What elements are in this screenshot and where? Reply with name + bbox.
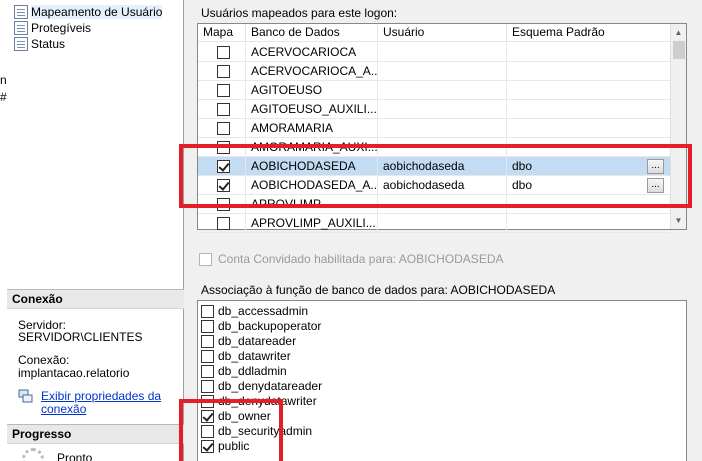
- schema-cell[interactable]: [507, 100, 670, 119]
- map-checkbox[interactable]: [217, 46, 230, 59]
- role-name: db_datareader: [218, 334, 297, 348]
- scroll-up-arrow-icon[interactable]: ▲: [671, 24, 686, 41]
- map-cell: [198, 62, 246, 81]
- column-header-user[interactable]: Usuário: [378, 24, 507, 42]
- schema-cell[interactable]: [507, 214, 670, 233]
- column-header-map[interactable]: Mapa: [198, 24, 246, 42]
- database-cell: AGITOEUSO_AUXILI...: [246, 100, 378, 119]
- map-cell: [198, 100, 246, 119]
- nav-item-securables[interactable]: Protegíveis: [14, 20, 91, 36]
- user-cell[interactable]: [378, 100, 507, 119]
- map-cell: [198, 119, 246, 138]
- user-cell[interactable]: [378, 214, 507, 233]
- page-icon: [14, 37, 28, 51]
- connection-value: implantacao.relatorio: [18, 366, 130, 380]
- list-item[interactable]: db_denydatareader: [201, 379, 322, 393]
- nav-item-label: Protegíveis: [31, 21, 92, 35]
- table-row[interactable]: ACERVOCARIOCA_A...: [198, 62, 670, 81]
- view-connection-properties-link[interactable]: Exibir propriedades da: [41, 389, 161, 403]
- role-checkbox[interactable]: [201, 319, 214, 333]
- database-cell: APROVLIMP_AUXILI...: [246, 214, 378, 233]
- user-cell[interactable]: [378, 43, 507, 62]
- user-cell[interactable]: [378, 119, 507, 138]
- schema-cell[interactable]: [507, 62, 670, 81]
- guest-account-label: Conta Convidado habilitada para: AOBICHO…: [218, 252, 504, 266]
- table-row[interactable]: ACERVOCARIOCA: [198, 43, 670, 62]
- map-cell: [198, 81, 246, 100]
- cut-off-text: #: [0, 90, 7, 104]
- scroll-down-arrow-icon[interactable]: ▼: [671, 212, 686, 229]
- table-row[interactable]: AMORAMARIA: [198, 119, 670, 138]
- column-header-database[interactable]: Banco de Dados: [246, 24, 378, 42]
- guest-account-option: Conta Convidado habilitada para: AOBICHO…: [199, 252, 504, 266]
- map-checkbox[interactable]: [217, 103, 230, 116]
- nav-item-status[interactable]: Status: [14, 36, 65, 52]
- list-item[interactable]: db_datawriter: [201, 349, 291, 363]
- schema-cell[interactable]: [507, 81, 670, 100]
- server-value: SERVIDOR\CLIENTES: [18, 330, 143, 344]
- grid-header: Mapa Banco de Dados Usuário Esquema Padr…: [198, 24, 670, 42]
- role-checkbox[interactable]: [201, 364, 214, 378]
- table-row[interactable]: APROVLIMP_AUXILI...: [198, 214, 670, 233]
- list-item[interactable]: db_backupoperator: [201, 319, 321, 333]
- view-connection-properties-link[interactable]: conexão: [41, 402, 86, 416]
- role-name: db_denydatareader: [218, 379, 323, 393]
- nav-item-label: Mapeamento de Usuário: [31, 5, 163, 19]
- highlight-roles: [179, 399, 283, 461]
- role-checkbox[interactable]: [201, 379, 214, 393]
- connection-properties-icon: [18, 389, 33, 403]
- database-cell: ACERVOCARIOCA: [246, 43, 378, 62]
- main-content-pane: Usuários mapeados para este logon: Mapa …: [185, 0, 702, 461]
- role-checkbox[interactable]: [201, 334, 214, 348]
- progress-spinner-icon: [22, 448, 44, 461]
- login-properties-window: Mapeamento de Usuário Protegíveis Status…: [0, 0, 702, 461]
- connection-label: Conexão:: [18, 353, 70, 367]
- nav-item-user-mapping[interactable]: Mapeamento de Usuário: [14, 4, 163, 20]
- guest-account-checkbox[interactable]: [199, 252, 212, 266]
- column-header-default-schema[interactable]: Esquema Padrão: [507, 24, 670, 42]
- database-cell: AGITOEUSO: [246, 81, 378, 100]
- role-checkbox[interactable]: [201, 349, 214, 363]
- users-mapped-label: Usuários mapeados para este logon:: [201, 6, 398, 20]
- list-item[interactable]: db_datareader: [201, 334, 296, 348]
- role-name: db_datawriter: [218, 349, 291, 363]
- list-item[interactable]: db_ddladmin: [201, 364, 287, 378]
- map-cell: [198, 214, 246, 233]
- map-checkbox[interactable]: [217, 122, 230, 135]
- table-row[interactable]: AGITOEUSO: [198, 81, 670, 100]
- cut-off-text: n: [0, 73, 7, 87]
- map-checkbox[interactable]: [217, 84, 230, 97]
- role-name: db_ddladmin: [218, 364, 287, 378]
- map-checkbox[interactable]: [217, 217, 230, 230]
- progress-section-header: Progresso: [7, 424, 184, 444]
- user-cell[interactable]: [378, 62, 507, 81]
- list-item[interactable]: db_accessadmin: [201, 304, 308, 318]
- database-cell: ACERVOCARIOCA_A...: [246, 62, 378, 81]
- page-icon: [14, 5, 28, 19]
- scrollbar-thumb[interactable]: [673, 41, 685, 59]
- highlight-mapped-rows: [179, 144, 692, 208]
- map-checkbox[interactable]: [217, 65, 230, 78]
- connection-section-header: Conexão: [7, 289, 184, 309]
- table-row[interactable]: AGITOEUSO_AUXILI...: [198, 100, 670, 119]
- schema-cell[interactable]: [507, 119, 670, 138]
- progress-status: Pronto: [57, 451, 93, 461]
- role-membership-label: Associação à função de banco de dados pa…: [201, 283, 556, 297]
- user-cell[interactable]: [378, 81, 507, 100]
- map-cell: [198, 43, 246, 62]
- role-name: db_backupoperator: [218, 319, 322, 333]
- left-navigation-pane: Mapeamento de Usuário Protegíveis Status…: [0, 0, 184, 461]
- schema-cell[interactable]: [507, 43, 670, 62]
- role-checkbox[interactable]: [201, 304, 214, 318]
- page-icon: [14, 21, 28, 35]
- nav-item-label: Status: [31, 37, 66, 51]
- role-name: db_accessadmin: [218, 304, 309, 318]
- database-cell: AMORAMARIA: [246, 119, 378, 138]
